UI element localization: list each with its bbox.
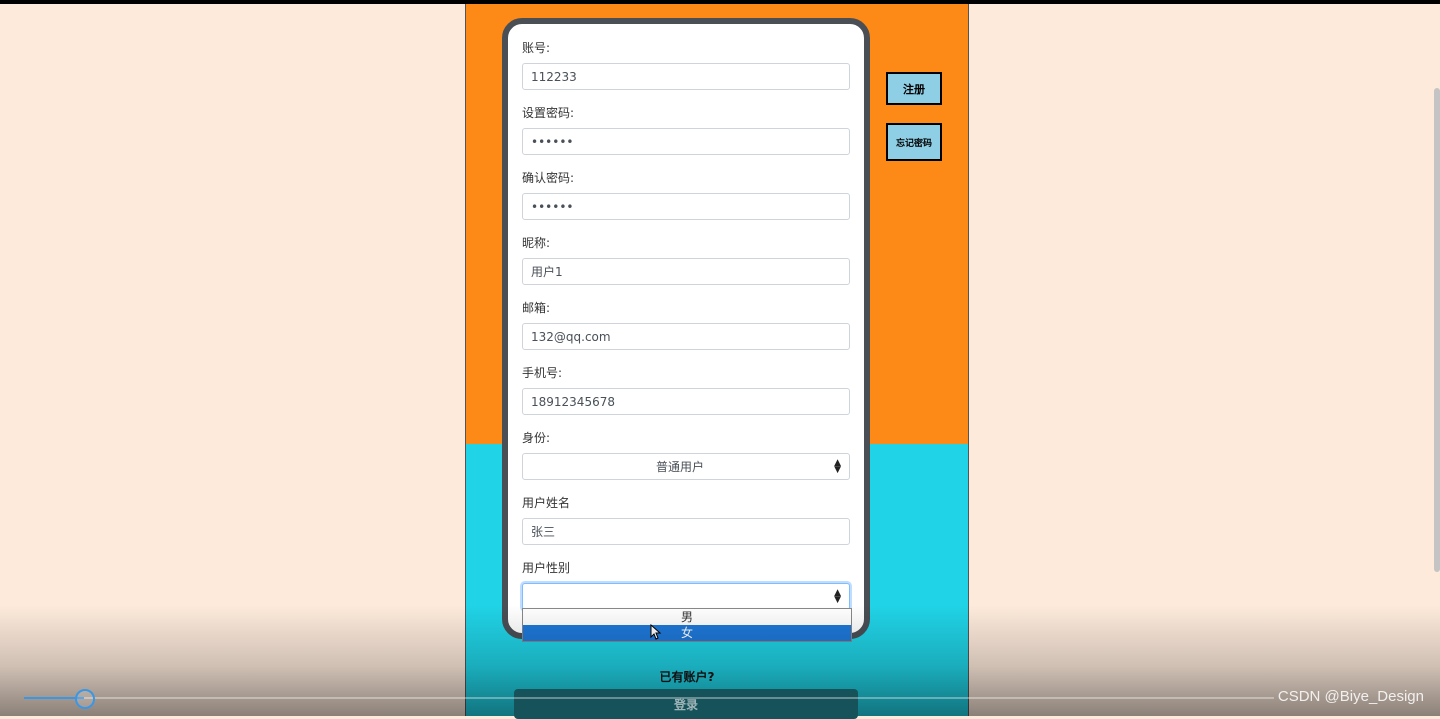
password-input[interactable]: •••••• [522, 128, 850, 155]
select-arrows-icon: ▲ ▼ [834, 588, 841, 605]
real-name-input[interactable]: 张三 [522, 518, 850, 545]
have-account-text: 已有账户? [659, 670, 715, 684]
field-password: 设置密码: •••••• [522, 105, 852, 170]
field-account: 账号: 112233 [522, 40, 852, 105]
role-label: 身份: [522, 431, 551, 445]
nickname-input[interactable]: 用户1 [522, 258, 850, 285]
password-label: 设置密码: [522, 106, 575, 120]
confirm-password-label: 确认密码: [522, 171, 575, 185]
confirm-password-input[interactable]: •••••• [522, 193, 850, 220]
email-label: 邮箱: [522, 301, 551, 315]
nickname-label: 昵称: [522, 236, 551, 250]
account-input[interactable]: 112233 [522, 63, 850, 90]
field-email: 邮箱: 132@qq.com [522, 300, 852, 365]
gender-label: 用户性别 [522, 561, 571, 575]
phone-label: 手机号: [522, 366, 563, 380]
role-select[interactable]: 普通用户 ▲ ▼ [522, 453, 850, 480]
field-real-name: 用户姓名 张三 [522, 495, 852, 560]
gender-option-female[interactable]: 女 [523, 625, 851, 641]
form-fields: 账号: 112233 设置密码: •••••• 确认密码: •••••• 昵称:… [522, 40, 852, 625]
register-form-card: 账号: 112233 设置密码: •••••• 确认密码: •••••• 昵称:… [502, 18, 870, 639]
field-role: 身份: 普通用户 ▲ ▼ [522, 430, 852, 495]
real-name-label: 用户姓名 [522, 496, 571, 510]
gender-select[interactable]: ▲ ▼ [522, 583, 850, 610]
field-confirm-password: 确认密码: •••••• [522, 170, 852, 235]
forgot-password-button[interactable]: 忘记密码 [886, 123, 942, 161]
video-progress-knob[interactable] [75, 689, 95, 709]
account-label: 账号: [522, 41, 551, 55]
role-select-value: 普通用户 [655, 460, 704, 474]
scrollbar[interactable] [1434, 88, 1440, 572]
video-progress-track[interactable] [24, 697, 1274, 699]
watermark: CSDN @Biye_Design [1277, 688, 1424, 705]
mouse-cursor-icon [650, 624, 662, 640]
select-arrows-icon: ▲ ▼ [834, 458, 841, 475]
phone-input[interactable]: 18912345678 [522, 388, 850, 415]
gender-option-male[interactable]: 男 [523, 609, 851, 625]
register-button[interactable]: 注册 [886, 72, 942, 105]
field-phone: 手机号: 18912345678 [522, 365, 852, 430]
login-button[interactable]: 登录 [514, 689, 858, 719]
field-nickname: 昵称: 用户1 [522, 235, 852, 300]
email-input[interactable]: 132@qq.com [522, 323, 850, 350]
gender-dropdown: 男 女 [522, 608, 852, 642]
